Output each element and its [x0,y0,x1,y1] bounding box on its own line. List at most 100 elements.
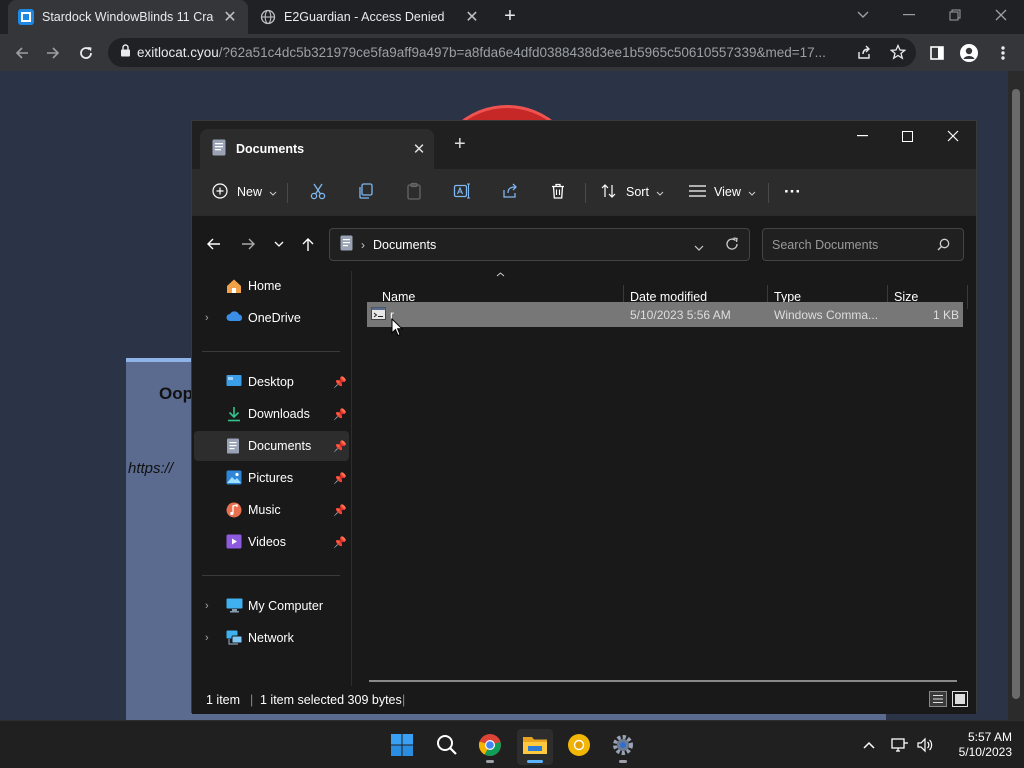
sidebar-item-videos[interactable]: Videos 📌 [194,527,349,557]
status-divider: | [250,693,254,707]
running-indicator [619,760,627,763]
back-arrow-icon[interactable] [200,231,226,257]
address-history-dropdown-icon[interactable] [694,240,704,254]
pin-icon: 📌 [333,504,347,517]
browser-menu-icon[interactable] [990,40,1016,66]
restore-browser-icon[interactable] [932,0,978,30]
sidebar-item-desktop[interactable]: Desktop 📌 [194,367,349,397]
view-label: View [714,185,741,199]
sidebar-item-my-computer[interactable]: › My Computer [194,591,349,621]
browser-tab-e2guardian[interactable]: E2Guardian - Access Denied ✕ [250,0,490,34]
sort-button[interactable]: Sort [600,177,664,207]
rename-button[interactable] [453,177,471,207]
folder-icon [522,734,548,761]
explorer-tab-title: Documents [236,142,305,156]
breadcrumb-documents[interactable]: Documents [373,238,436,252]
column-divider[interactable] [967,285,968,309]
address-bar[interactable]: exitlocat.cyou/?62a51c4dc5b321979ce5fa9a… [108,38,916,67]
minimize-icon[interactable] [839,121,885,151]
view-button[interactable]: View [689,177,756,207]
more-options-icon: ··· [784,182,801,201]
network-status-icon[interactable] [890,735,910,755]
close-browser-icon[interactable] [978,0,1024,30]
refresh-icon[interactable] [725,237,739,254]
share-icon[interactable] [856,45,872,66]
search-box[interactable] [762,228,964,261]
browser-toolbar: exitlocat.cyou/?62a51c4dc5b321979ce5fa9a… [0,34,1024,71]
cut-button[interactable] [309,177,327,207]
sidebar-item-label: Videos [248,535,286,549]
horizontal-scrollbar[interactable] [369,680,957,682]
tab-search-icon[interactable] [840,0,886,30]
sidebar-item-music[interactable]: Music 📌 [194,495,349,525]
volume-icon[interactable] [915,735,935,755]
search-icon[interactable] [937,238,950,254]
new-explorer-tab-button[interactable]: + [454,133,466,156]
file-explorer-taskbar-button[interactable] [517,729,553,765]
page-scrollbar[interactable] [1008,71,1024,720]
sidebar-item-network[interactable]: › Network [194,623,349,653]
file-list-pane: Name Date modified Type Size [352,271,978,686]
start-button[interactable] [384,729,420,765]
close-tab-icon[interactable]: ✕ [404,140,434,158]
back-arrow-icon[interactable] [9,40,35,66]
globe-icon [260,9,276,25]
copy-button[interactable] [357,177,375,207]
show-hidden-icons-chevron-icon[interactable] [859,735,879,755]
desktop-icon [226,374,242,390]
forward-arrow-icon[interactable] [40,40,66,66]
chrome-taskbar-button[interactable] [472,729,508,765]
sidebar-item-home[interactable]: Home [194,271,349,301]
sidebar-item-downloads[interactable]: Downloads 📌 [194,399,349,429]
active-indicator [527,760,543,763]
new-tab-button[interactable]: + [499,4,521,28]
scrollbar-thumb[interactable] [1012,89,1020,699]
sidebar-item-documents[interactable]: Documents 📌 [194,431,349,461]
search-icon [436,734,458,761]
large-icons-view-icon[interactable] [952,691,968,710]
settings-taskbar-button[interactable] [605,729,641,765]
search-input[interactable] [772,237,932,252]
view-list-icon [689,184,706,200]
profile-avatar-icon[interactable] [956,40,982,66]
details-view-icon[interactable] [929,691,947,710]
mouse-cursor-icon [391,317,404,342]
side-panel-icon[interactable] [924,40,950,66]
up-arrow-icon[interactable] [295,231,321,257]
share-button[interactable] [501,177,519,207]
close-window-icon[interactable] [930,121,976,151]
chrome-canary-taskbar-button[interactable] [561,729,597,765]
documents-folder-icon [212,139,226,159]
chevron-right-icon[interactable]: › [205,632,209,644]
file-row-selected[interactable]: r 5/10/2023 5:56 AM Windows Comma... 1 K… [367,302,963,327]
recent-locations-icon[interactable] [266,231,292,257]
chevron-right-icon[interactable]: › [205,600,209,612]
maximize-icon[interactable] [884,121,930,151]
bookmark-star-icon[interactable] [889,43,907,65]
reload-icon[interactable] [73,40,99,66]
explorer-tab-documents[interactable]: Documents ✕ [200,129,434,169]
gear-icon [611,733,635,762]
delete-button[interactable] [549,177,567,207]
browser-tab-stardock[interactable]: Stardock WindowBlinds 11 Crack ✕ [8,0,248,34]
lock-icon [120,43,131,62]
sidebar-item-pictures[interactable]: Pictures 📌 [194,463,349,493]
explorer-address-bar[interactable]: › Documents [329,228,750,261]
explorer-titlebar: Documents ✕ + [192,121,976,169]
new-button[interactable]: New [212,177,277,207]
forward-arrow-icon[interactable] [235,231,261,257]
trash-icon [549,182,567,203]
copy-icon [357,182,375,203]
close-tab-icon[interactable]: ✕ [222,7,238,27]
minimize-browser-icon[interactable] [886,0,932,30]
close-tab-icon[interactable]: ✕ [464,7,480,27]
taskbar-search-button[interactable] [429,729,465,765]
system-clock[interactable]: 5:57 AM 5/10/2023 [942,730,1012,760]
sidebar-item-onedrive[interactable]: › OneDrive [194,303,349,333]
paste-button[interactable] [405,177,423,207]
pin-icon: 📌 [333,536,347,549]
nav-divider [202,351,340,352]
chevron-right-icon[interactable]: › [205,312,209,324]
file-date: 5/10/2023 5:56 AM [630,308,731,322]
see-more-button[interactable]: ··· [784,177,801,207]
